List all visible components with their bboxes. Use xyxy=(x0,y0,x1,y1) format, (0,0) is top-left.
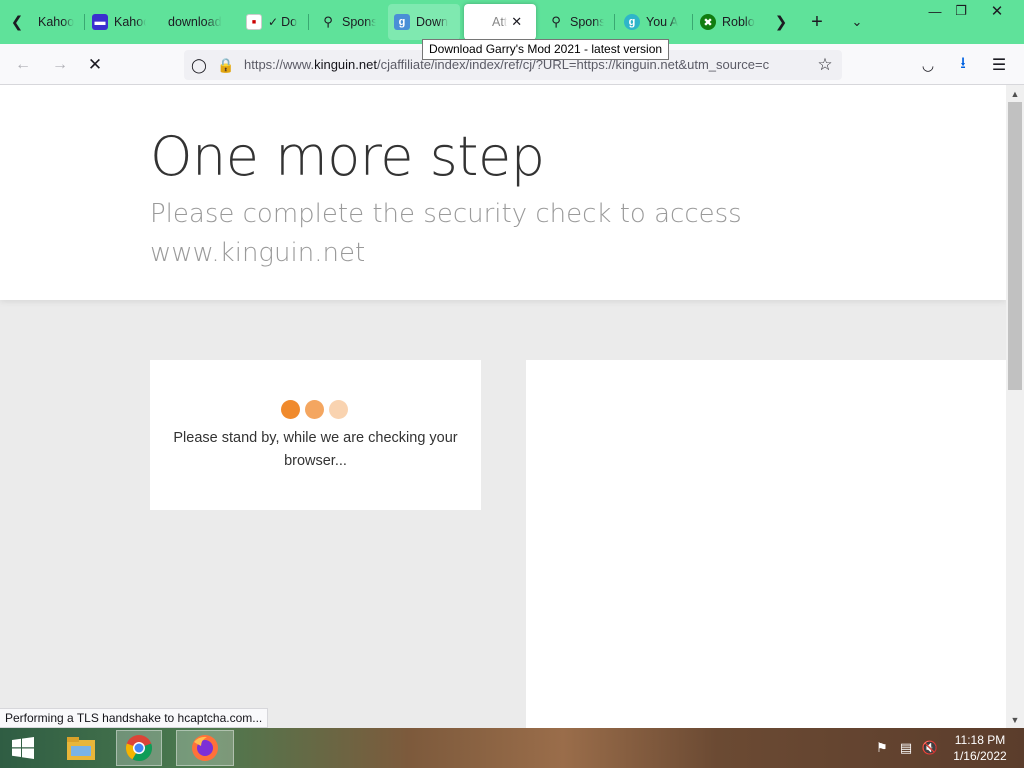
close-window-button[interactable]: ✕ xyxy=(980,0,1014,22)
tabs-scroll-left-button[interactable]: ❮ xyxy=(2,0,32,44)
loading-dots xyxy=(281,400,348,419)
tab-label: Roblo xyxy=(722,15,755,29)
taskbar: ⚑ ▤ 🔇 11:18 PM 1/16/2022 xyxy=(0,728,1024,768)
scroll-up-arrow-icon[interactable]: ▲ xyxy=(1006,85,1024,102)
page-subtitle: Please complete the security check to ac… xyxy=(150,199,742,268)
tab-roblox[interactable]: ✖ Roblo xyxy=(694,4,764,40)
url-domain: kinguin.net xyxy=(314,57,377,72)
tab-separator xyxy=(614,14,615,30)
tab-sponsored-1[interactable]: ⚲ Spons xyxy=(314,4,382,40)
network-icon[interactable]: ▤ xyxy=(896,738,916,758)
tab-label: You A xyxy=(646,15,679,29)
tab-download[interactable]: download xyxy=(162,4,230,40)
tab-label: Down xyxy=(416,15,448,29)
firefox-icon xyxy=(192,735,218,761)
tab-bar: ❮ Kahoo ▬ Kahoo download ■ ✓ Do ⚲ Spons … xyxy=(0,0,1024,44)
tab-separator xyxy=(308,14,309,30)
file-explorer-button[interactable] xyxy=(58,730,104,766)
taskbar-clock[interactable]: 11:18 PM 1/16/2022 xyxy=(948,732,1012,764)
tab-label: Kahoo xyxy=(38,15,75,29)
tab-separator xyxy=(692,14,693,30)
loading-dot xyxy=(305,400,324,419)
clock-date: 1/16/2022 xyxy=(953,749,1007,763)
menu-hamburger-icon[interactable]: ☰ xyxy=(986,52,1012,78)
xbox-favicon-icon: ✖ xyxy=(700,14,716,30)
tab-kahoot-1[interactable]: Kahoo xyxy=(32,4,82,40)
tab-label: Kahoo xyxy=(114,15,146,29)
search-icon: ⚲ xyxy=(551,14,561,29)
loading-dot xyxy=(329,400,348,419)
stop-loading-button[interactable]: ✕ xyxy=(82,52,108,78)
firefox-taskbar-button[interactable] xyxy=(176,730,234,766)
windows-logo-icon xyxy=(12,737,34,759)
lock-icon[interactable]: 🔒 xyxy=(217,56,235,74)
search-icon: ⚲ xyxy=(323,14,333,29)
gametop-favicon-icon: g xyxy=(394,14,410,30)
chrome-taskbar-button[interactable] xyxy=(116,730,162,766)
site-favicon-icon: ■ xyxy=(246,14,262,30)
chrome-icon xyxy=(125,735,153,762)
scroll-down-arrow-icon[interactable]: ▼ xyxy=(1006,711,1024,728)
clock-time: 11:18 PM xyxy=(954,733,1006,747)
page-header: One more step Please complete the securi… xyxy=(0,85,1006,300)
tab-label: download xyxy=(168,15,222,29)
page-title: One more step xyxy=(150,125,545,188)
tab-label: Att xyxy=(492,15,508,29)
list-all-tabs-button[interactable]: ⌄ xyxy=(842,0,872,44)
checkmark-icon: ✓ xyxy=(268,15,279,29)
challenge-card: Please stand by, while we are checking y… xyxy=(150,360,481,510)
forward-button[interactable]: → xyxy=(47,52,73,78)
tab-tooltip: Download Garry's Mod 2021 - latest versi… xyxy=(422,39,670,60)
g-favicon-icon: g xyxy=(624,14,640,30)
tab-sponsored-2[interactable]: ⚲ Spons xyxy=(542,4,610,40)
tab-do[interactable]: ■ ✓ Do xyxy=(240,4,304,40)
captcha-panel xyxy=(526,360,1006,728)
pocket-icon[interactable]: ◡ xyxy=(915,52,941,78)
folder-icon xyxy=(67,737,95,760)
tab-separator xyxy=(84,14,85,30)
tab-kahoot-2[interactable]: ▬ Kahoo xyxy=(86,4,152,40)
tab-label: Spons xyxy=(342,15,376,29)
status-text: Performing a TLS handshake to hcaptcha.c… xyxy=(0,708,269,728)
tab-active[interactable]: Att ✕ xyxy=(464,4,536,40)
start-button[interactable] xyxy=(0,730,46,766)
standby-message: Please stand by, while we are checking y… xyxy=(173,430,458,469)
volume-muted-icon[interactable]: 🔇 xyxy=(920,738,940,758)
url-prefix: https://www. xyxy=(244,57,315,72)
close-tab-icon[interactable]: ✕ xyxy=(511,14,522,30)
back-button[interactable]: ← xyxy=(10,52,36,78)
new-tab-button[interactable]: + xyxy=(802,0,832,44)
tab-label: Spons xyxy=(570,15,604,29)
page-content: One more step Please complete the securi… xyxy=(0,85,1006,728)
tab-download-garrys-mod[interactable]: g Down xyxy=(388,4,460,40)
action-center-flag-icon[interactable]: ⚑ xyxy=(872,738,892,758)
bookmark-star-icon[interactable]: ☆ xyxy=(816,55,834,74)
kahoot-favicon-icon: ▬ xyxy=(92,14,108,30)
tabs-scroll-right-button[interactable]: ❯ xyxy=(766,0,796,44)
downloads-icon[interactable]: ⭳ xyxy=(950,52,976,78)
scrollbar-thumb[interactable] xyxy=(1008,102,1022,390)
loading-dot xyxy=(281,400,300,419)
tracking-protection-shield-icon[interactable]: ◯ xyxy=(190,56,208,74)
page-scrollbar[interactable]: ▲ ▼ xyxy=(1006,85,1024,728)
tab-you-a[interactable]: g You A xyxy=(618,4,688,40)
tab-label: Do xyxy=(281,15,298,29)
restore-button[interactable]: ❐ xyxy=(944,0,978,22)
